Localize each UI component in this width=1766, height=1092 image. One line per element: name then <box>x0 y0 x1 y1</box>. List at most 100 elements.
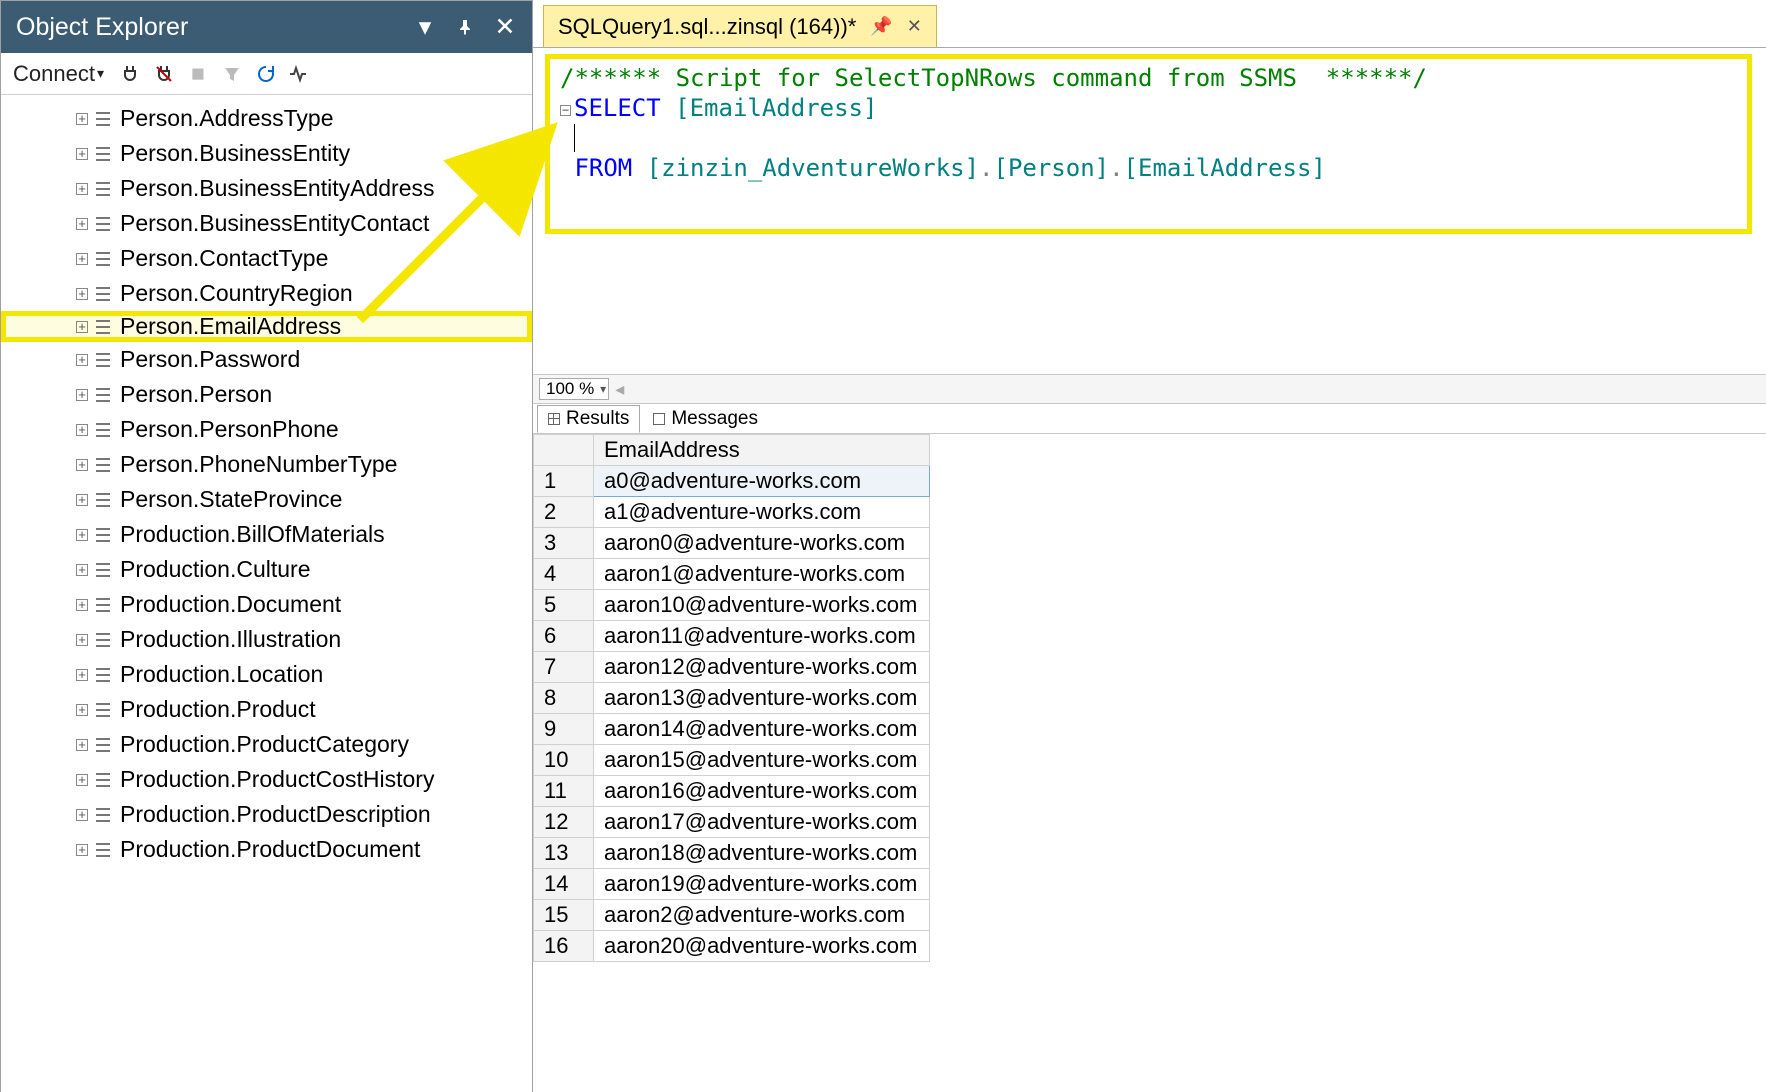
disconnect-plug-icon[interactable] <box>152 62 176 86</box>
refresh-icon[interactable] <box>254 62 278 86</box>
expand-icon[interactable]: + <box>76 354 88 366</box>
connect-button[interactable]: Connect▾ <box>9 61 108 87</box>
expand-icon[interactable]: + <box>76 288 88 300</box>
cell-emailaddress[interactable]: aaron19@adventure-works.com <box>594 869 930 900</box>
expand-icon[interactable]: + <box>76 704 88 716</box>
expand-icon[interactable]: + <box>76 253 88 265</box>
expand-icon[interactable]: + <box>76 389 88 401</box>
cell-emailaddress[interactable]: aaron12@adventure-works.com <box>594 652 930 683</box>
expand-icon[interactable]: + <box>76 564 88 576</box>
row-number[interactable]: 13 <box>534 838 594 869</box>
tree-item[interactable]: +Production.Product <box>1 692 532 727</box>
expand-icon[interactable]: + <box>76 218 88 230</box>
row-number[interactable]: 1 <box>534 466 594 497</box>
tree-item[interactable]: +Production.ProductCategory <box>1 727 532 762</box>
table-row[interactable]: 15aaron2@adventure-works.com <box>534 900 930 931</box>
tree-item[interactable]: +Production.ProductDescription <box>1 797 532 832</box>
expand-icon[interactable]: + <box>76 494 88 506</box>
tree-item[interactable]: +Person.StateProvince <box>1 482 532 517</box>
close-icon[interactable]: ✕ <box>907 16 922 37</box>
tree-item[interactable]: +Person.Password <box>1 342 532 377</box>
tree-item[interactable]: +Person.PhoneNumberType <box>1 447 532 482</box>
tree-item[interactable]: +Person.Person <box>1 377 532 412</box>
row-number[interactable]: 12 <box>534 807 594 838</box>
expand-icon[interactable]: + <box>76 529 88 541</box>
expand-icon[interactable]: + <box>76 148 88 160</box>
tree-item[interactable]: +Production.Document <box>1 587 532 622</box>
tab-results[interactable]: Results <box>537 405 640 433</box>
row-number[interactable]: 9 <box>534 714 594 745</box>
cell-emailaddress[interactable]: aaron13@adventure-works.com <box>594 683 930 714</box>
cell-emailaddress[interactable]: aaron0@adventure-works.com <box>594 528 930 559</box>
cell-emailaddress[interactable]: aaron2@adventure-works.com <box>594 900 930 931</box>
cell-emailaddress[interactable]: aaron18@adventure-works.com <box>594 838 930 869</box>
zoom-dropdown[interactable]: 100 % <box>539 378 609 400</box>
expand-icon[interactable]: + <box>76 844 88 856</box>
table-row[interactable]: 7aaron12@adventure-works.com <box>534 652 930 683</box>
cell-emailaddress[interactable]: a1@adventure-works.com <box>594 497 930 528</box>
tree-item[interactable]: +Person.EmailAddress <box>1 311 532 342</box>
cell-emailaddress[interactable]: a0@adventure-works.com <box>594 466 930 497</box>
expand-icon[interactable]: + <box>76 424 88 436</box>
activity-icon[interactable] <box>288 62 312 86</box>
close-icon[interactable]: ✕ <box>488 10 522 44</box>
row-number[interactable]: 3 <box>534 528 594 559</box>
cell-emailaddress[interactable]: aaron11@adventure-works.com <box>594 621 930 652</box>
table-row[interactable]: 13aaron18@adventure-works.com <box>534 838 930 869</box>
cell-emailaddress[interactable]: aaron20@adventure-works.com <box>594 931 930 962</box>
tree-item[interactable]: +Person.BusinessEntityContact <box>1 206 532 241</box>
row-number[interactable]: 6 <box>534 621 594 652</box>
row-number[interactable]: 7 <box>534 652 594 683</box>
expand-icon[interactable]: + <box>76 634 88 646</box>
tree-item[interactable]: +Person.BusinessEntity <box>1 136 532 171</box>
column-header-emailaddress[interactable]: EmailAddress <box>594 435 930 466</box>
expand-icon[interactable]: + <box>76 599 88 611</box>
connect-plug-icon[interactable] <box>118 62 142 86</box>
cell-emailaddress[interactable]: aaron15@adventure-works.com <box>594 745 930 776</box>
cell-emailaddress[interactable]: aaron10@adventure-works.com <box>594 590 930 621</box>
table-row[interactable]: 11aaron16@adventure-works.com <box>534 776 930 807</box>
dropdown-icon[interactable]: ▾ <box>408 10 442 44</box>
tree-item[interactable]: +Person.ContactType <box>1 241 532 276</box>
grid-corner[interactable] <box>534 435 594 466</box>
tree-item[interactable]: +Production.ProductCostHistory <box>1 762 532 797</box>
tab-messages[interactable]: Messages <box>642 405 769 433</box>
cell-emailaddress[interactable]: aaron16@adventure-works.com <box>594 776 930 807</box>
expand-icon[interactable]: + <box>76 809 88 821</box>
table-row[interactable]: 8aaron13@adventure-works.com <box>534 683 930 714</box>
tree-item[interactable]: +Person.PersonPhone <box>1 412 532 447</box>
cell-emailaddress[interactable]: aaron1@adventure-works.com <box>594 559 930 590</box>
row-number[interactable]: 15 <box>534 900 594 931</box>
expand-icon[interactable]: + <box>76 321 88 333</box>
expand-icon[interactable]: + <box>76 459 88 471</box>
cell-emailaddress[interactable]: aaron14@adventure-works.com <box>594 714 930 745</box>
table-row[interactable]: 16aaron20@adventure-works.com <box>534 931 930 962</box>
tree-item[interactable]: +Production.Illustration <box>1 622 532 657</box>
tree-item[interactable]: +Person.CountryRegion <box>1 276 532 311</box>
results-grid[interactable]: EmailAddress 1a0@adventure-works.com2a1@… <box>533 434 1766 1092</box>
tree-item[interactable]: +Production.ProductDocument <box>1 832 532 867</box>
table-row[interactable]: 9aaron14@adventure-works.com <box>534 714 930 745</box>
table-row[interactable]: 14aaron19@adventure-works.com <box>534 869 930 900</box>
table-row[interactable]: 1a0@adventure-works.com <box>534 466 930 497</box>
sql-editor[interactable]: /****** Script for SelectTopNRows comman… <box>545 54 1752 234</box>
table-row[interactable]: 5aaron10@adventure-works.com <box>534 590 930 621</box>
expand-icon[interactable]: + <box>76 669 88 681</box>
document-tab[interactable]: SQLQuery1.sql...zinsql (164))* 📌 ✕ <box>543 5 937 47</box>
expand-icon[interactable]: + <box>76 113 88 125</box>
pin-icon[interactable]: 📌 <box>870 16 892 37</box>
row-number[interactable]: 10 <box>534 745 594 776</box>
collapse-region-icon[interactable]: − <box>560 105 571 116</box>
row-number[interactable]: 5 <box>534 590 594 621</box>
expand-icon[interactable]: + <box>76 183 88 195</box>
row-number[interactable]: 11 <box>534 776 594 807</box>
tree-item[interactable]: +Person.AddressType <box>1 101 532 136</box>
row-number[interactable]: 8 <box>534 683 594 714</box>
tree-item[interactable]: +Production.Location <box>1 657 532 692</box>
row-number[interactable]: 16 <box>534 931 594 962</box>
table-row[interactable]: 3aaron0@adventure-works.com <box>534 528 930 559</box>
row-number[interactable]: 4 <box>534 559 594 590</box>
pin-icon[interactable] <box>448 10 482 44</box>
object-explorer-tree[interactable]: +Person.AddressType+Person.BusinessEntit… <box>1 95 532 1092</box>
table-row[interactable]: 10aaron15@adventure-works.com <box>534 745 930 776</box>
